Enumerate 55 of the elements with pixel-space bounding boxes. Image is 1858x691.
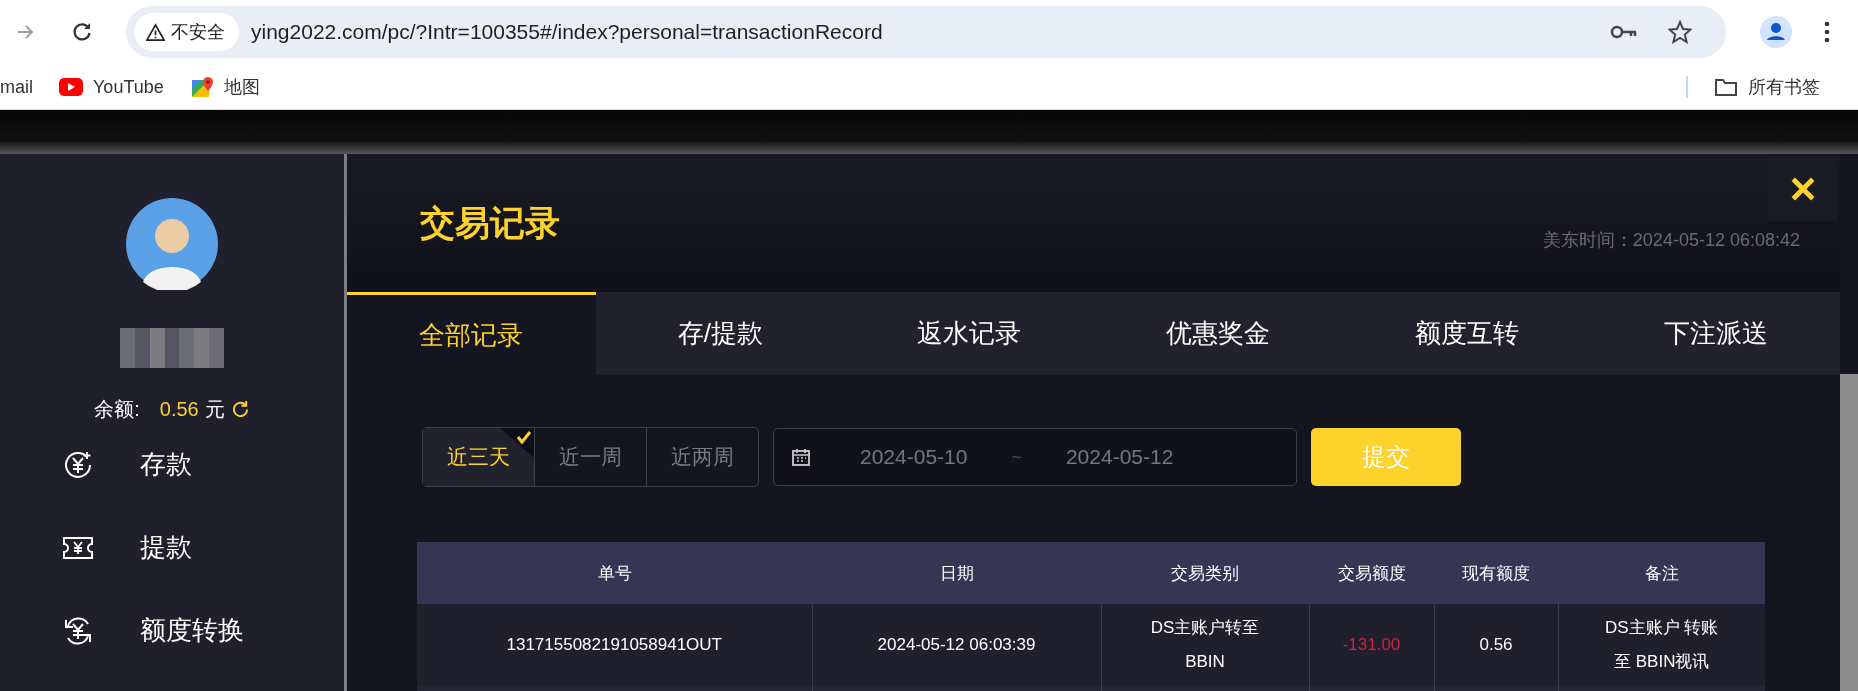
panel-title: 交易记录 [420,201,560,244]
bookmark-link[interactable]: mail [0,76,33,98]
refresh-icon[interactable] [230,400,250,419]
bookmark-link[interactable]: YouTube [93,76,164,98]
balance-label: 余额: [94,397,140,422]
table-cell: -131.00 [1309,604,1434,686]
table-cell: 2024-05-12 06:03:39 [812,604,1101,686]
date-separator: ~ [1011,446,1022,468]
tab[interactable]: 额度互转 [1342,292,1592,375]
tab[interactable]: 下注派送 [1591,292,1840,375]
sidebar-menu-item[interactable]: 存款 [140,447,192,482]
column-header: 日期 [812,542,1101,604]
video-play-icon[interactable] [59,78,83,96]
star-icon[interactable] [1668,20,1692,44]
key-icon[interactable] [1610,24,1638,40]
all-bookmarks-link[interactable]: 所有书签 [1748,75,1820,99]
sidebar-menu-item[interactable]: 额度转换 [140,613,244,648]
table-cell: 1317155082191058941OUT [417,604,812,686]
yen-exchange-icon[interactable] [63,615,93,646]
sidebar-menu-item[interactable]: 提款 [140,530,192,565]
menu-icon[interactable] [1824,21,1830,43]
yen-coin-plus-icon[interactable] [63,449,93,480]
table-cell: 0.56 [1434,604,1558,686]
yen-ticket-icon[interactable] [63,536,93,559]
table-cell: DS主账户转至BBIN [1101,604,1309,686]
tab[interactable]: 存/提款 [595,292,845,375]
warning-icon [146,22,165,42]
balance-value: 0.56 [159,398,199,421]
date-range-field[interactable]: 2024-05-10 ~ 2024-05-12 [773,428,1297,486]
folder-icon[interactable] [1714,77,1738,97]
tab[interactable]: 返水记录 [844,292,1094,375]
column-header: 备注 [1558,542,1765,604]
currency-label: 元 [204,397,225,422]
url-text: ying2022.com/pc/?Intr=100355#/index?personal=transactionRecord [251,20,883,44]
address-bar[interactable]: 不安全 ying2022.com/pc/?Intr=100355#/index?personal=transactionRecord [126,6,1726,58]
profile-icon[interactable] [1760,16,1792,48]
calendar-icon [792,448,810,466]
eastern-time-text: 美东时间：2024-05-12 06:08:42 [1542,229,1800,252]
column-header: 交易类别 [1101,542,1309,604]
close-icon [1790,175,1816,202]
range-option[interactable]: 近一周 [534,428,646,486]
security-chip[interactable]: 不安全 [134,13,239,51]
range-option[interactable]: 近两周 [646,428,758,486]
tab[interactable]: 全部记录 [347,292,596,375]
bookmark-link[interactable]: 地图 [223,75,260,99]
start-date-text: 2024-05-10 [860,445,968,469]
table-cell: DS主账户 转账至 BBIN视讯 [1558,604,1765,686]
close-button[interactable] [1768,156,1838,221]
map-pin-icon[interactable] [191,76,214,98]
column-header: 现有额度 [1434,542,1558,604]
tab[interactable]: 优惠奖金 [1093,292,1343,375]
column-header: 交易额度 [1309,542,1434,604]
range-option[interactable]: 近三天 [423,428,534,486]
end-date-text: 2024-05-12 [1065,445,1174,469]
column-header: 单号 [417,542,812,604]
